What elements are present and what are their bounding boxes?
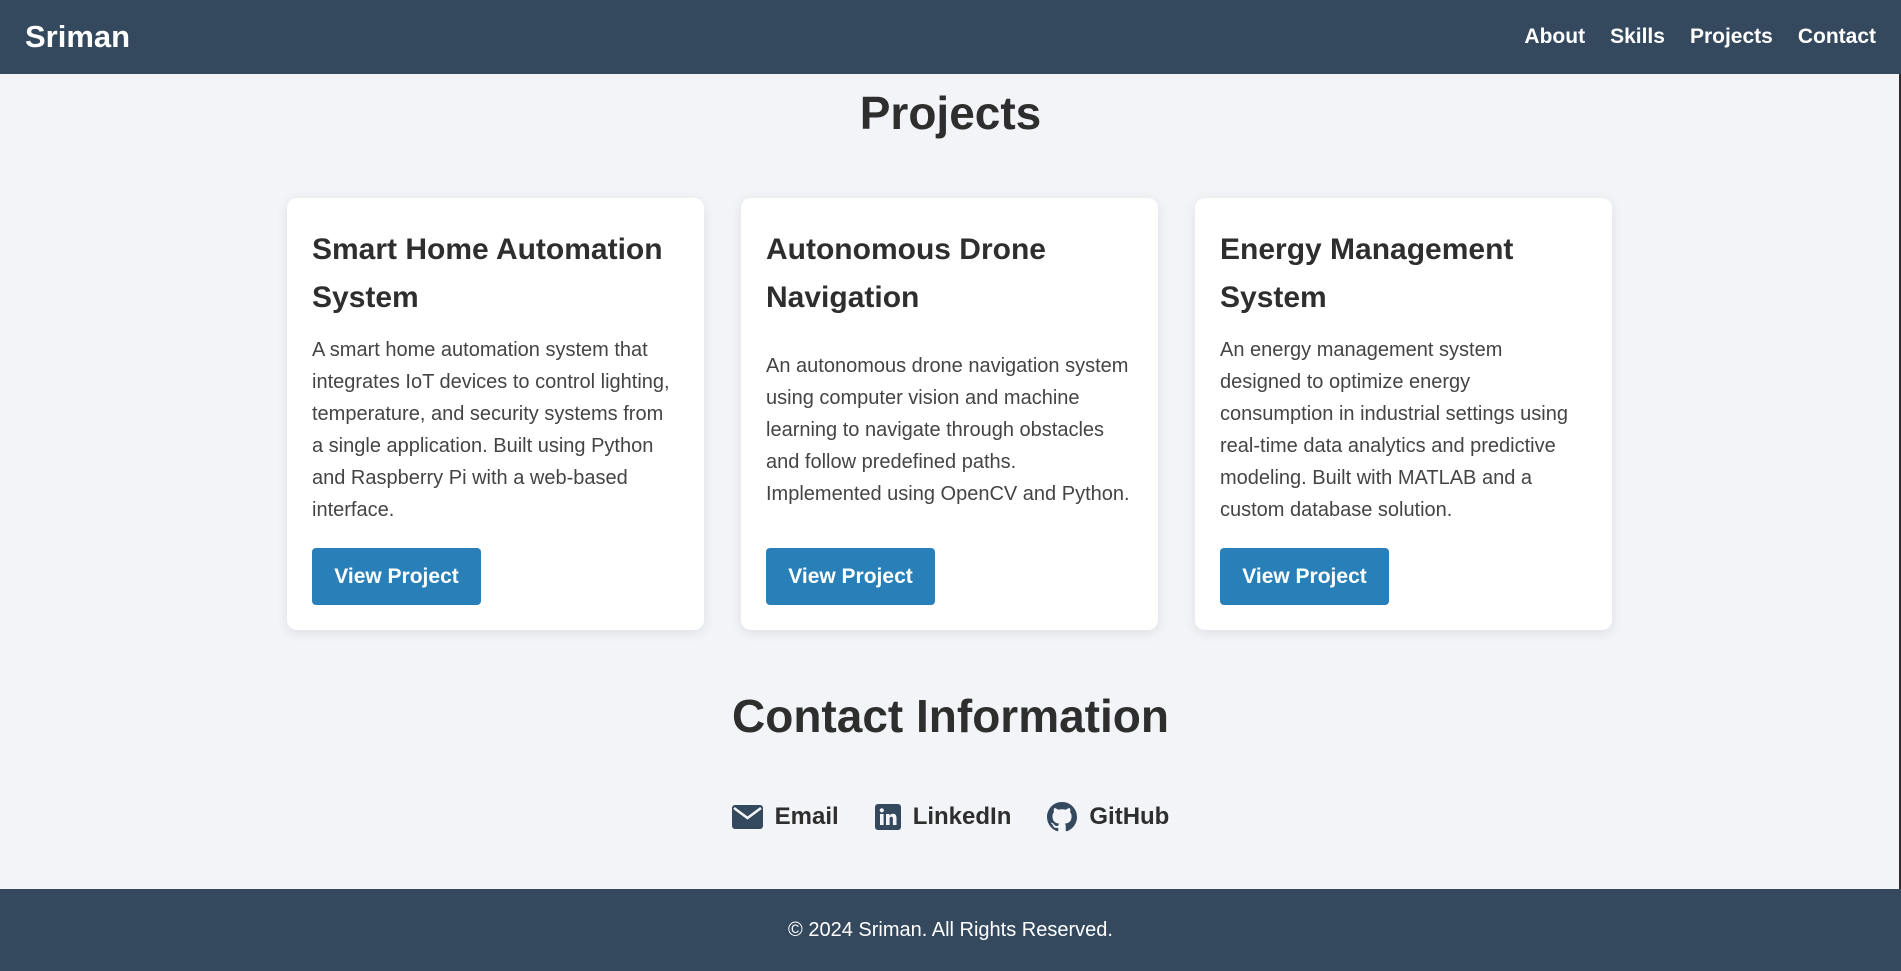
view-project-button[interactable]: View Project xyxy=(766,548,935,605)
nav-links: About Skills Projects Contact xyxy=(1524,25,1876,49)
view-project-button[interactable]: View Project xyxy=(1220,548,1389,605)
contact-link-label: LinkedIn xyxy=(912,803,1012,830)
project-card-title: Energy Management System xyxy=(1220,233,1514,314)
nav-link-contact[interactable]: Contact xyxy=(1798,25,1876,49)
project-card-drone: Autonomous Drone Navigation An autonomou… xyxy=(741,198,1158,630)
contact-link-label: Email xyxy=(774,803,839,830)
contact-link-linkedin[interactable]: LinkedIn xyxy=(874,802,1012,832)
github-icon xyxy=(1047,802,1078,832)
nav-link-projects[interactable]: Projects xyxy=(1690,25,1773,49)
copyright-text: © 2024 Sriman. All Rights Reserved. xyxy=(788,918,1113,941)
project-card-description: A smart home automation system that inte… xyxy=(312,339,670,521)
envelope-icon xyxy=(731,805,763,829)
contact-link-email[interactable]: Email xyxy=(731,802,839,832)
contact-links: Email LinkedIn GitHub xyxy=(0,802,1901,832)
project-card-title: Smart Home Automation System xyxy=(312,233,663,314)
navbar: Sriman About Skills Projects Contact xyxy=(0,0,1901,74)
footer: © 2024 Sriman. All Rights Reserved. xyxy=(0,889,1901,971)
contact-link-label: GitHub xyxy=(1089,803,1170,830)
project-card-title: Autonomous Drone Navigation xyxy=(766,233,1046,314)
project-card-description: An energy management system designed to … xyxy=(1220,339,1568,521)
brand-logo[interactable]: Sriman xyxy=(25,19,130,55)
projects-title: Projects xyxy=(859,87,1042,139)
nav-link-about[interactable]: About xyxy=(1524,25,1585,49)
view-project-button[interactable]: View Project xyxy=(312,548,481,605)
linkedin-icon xyxy=(874,804,901,830)
project-cards: Smart Home Automation System A smart hom… xyxy=(287,198,1612,630)
project-card-smart-home: Smart Home Automation System A smart hom… xyxy=(287,198,704,630)
project-card-energy: Energy Management System An energy manag… xyxy=(1195,198,1612,630)
contact-link-github[interactable]: GitHub xyxy=(1047,802,1169,832)
project-card-description: An autonomous drone navigation system us… xyxy=(766,355,1130,505)
nav-link-skills[interactable]: Skills xyxy=(1610,25,1665,49)
contact-title: Contact Information xyxy=(732,690,1169,742)
